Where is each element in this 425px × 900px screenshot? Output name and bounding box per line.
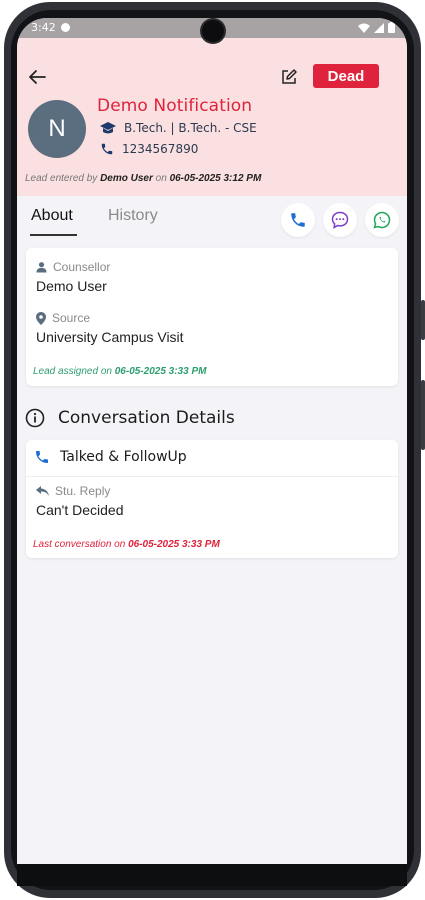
counsellor-value: Demo User (36, 278, 107, 294)
call-button[interactable] (281, 203, 315, 237)
tab-history[interactable]: History (108, 207, 158, 225)
about-card: Counsellor Demo User Source University C… (26, 248, 398, 386)
course-row: B.Tech. | B.Tech. - CSE (100, 121, 257, 135)
navigation-bar (17, 864, 407, 886)
course-text: B.Tech. | B.Tech. - CSE (124, 121, 257, 135)
status-time: 3:42 (31, 21, 56, 34)
signal-icon (374, 22, 384, 33)
avatar: N (28, 100, 86, 158)
conversation-card: Talked & FollowUp Stu. Reply Can't Decid… (26, 440, 398, 558)
last-conversation-date: 06-05-2025 3:33 PM (128, 539, 220, 550)
reply-icon (36, 486, 49, 496)
edit-icon (282, 69, 297, 84)
conversation-type: Talked & FollowUp (60, 449, 187, 465)
status-badge[interactable]: Dead (313, 64, 379, 88)
tab-bar: About History (17, 196, 407, 240)
last-conversation-line: Last conversation on 06-05-2025 3:33 PM (33, 539, 220, 550)
entered-date: 06-05-2025 3:12 PM (169, 173, 262, 184)
counsellor-label-row: Counsellor (36, 260, 110, 274)
conversation-title-row: Conversation Details (25, 408, 235, 428)
lead-header: Dead N Demo Notification B.Tech. | B.Tec… (17, 38, 407, 216)
phone-icon (101, 143, 113, 155)
assigned-date: 06-05-2025 3:33 PM (114, 366, 207, 377)
graduation-cap-icon (100, 121, 116, 133)
whatsapp-button[interactable] (365, 203, 399, 237)
power-button (421, 380, 425, 450)
assigned-prefix: Lead assigned on (33, 366, 115, 377)
entered-mid: on (152, 173, 170, 184)
conversation-type-row: Talked & FollowUp (34, 449, 187, 465)
last-conversation-prefix: Last conversation on (33, 539, 129, 550)
app-screen: 3:42 Dead N Demo Notification B.Tech. | … (17, 18, 407, 864)
notification-dot-icon (61, 23, 70, 32)
source-label-row: Source (36, 311, 90, 325)
sms-button[interactable] (323, 203, 357, 237)
chat-bubble-icon (331, 211, 349, 229)
front-camera (202, 20, 224, 42)
reply-label: Stu. Reply (55, 484, 111, 498)
counsellor-label: Counsellor (53, 260, 111, 274)
whatsapp-icon (373, 211, 391, 229)
divider (26, 476, 398, 477)
info-icon (25, 408, 45, 428)
back-button[interactable] (25, 65, 49, 89)
lead-entered-line: Lead entered by Demo User on 06-05-2025 … (25, 173, 261, 184)
reply-value: Can't Decided (36, 502, 124, 518)
reply-label-row: Stu. Reply (36, 484, 110, 498)
entered-user: Demo User (100, 173, 153, 184)
edit-button[interactable] (278, 66, 300, 88)
phone-icon (36, 451, 48, 463)
phone-row: 1234567890 (100, 142, 198, 156)
location-pin-icon (36, 311, 46, 325)
volume-button (421, 300, 425, 340)
person-icon (36, 262, 47, 273)
back-arrow-icon (29, 70, 46, 84)
lead-name: Demo Notification (97, 96, 253, 116)
lead-assigned-line: Lead assigned on 06-05-2025 3:33 PM (33, 366, 206, 377)
phone-icon (291, 213, 305, 227)
entered-prefix: Lead entered by (25, 173, 101, 184)
tab-indicator (30, 234, 77, 236)
source-value: University Campus Visit (36, 329, 184, 345)
wifi-icon (358, 23, 370, 33)
conversation-title: Conversation Details (58, 408, 235, 428)
source-label: Source (52, 311, 91, 325)
tab-about[interactable]: About (31, 207, 73, 225)
status-icons (358, 22, 395, 33)
phone-text[interactable]: 1234567890 (122, 142, 198, 156)
battery-icon (388, 22, 395, 33)
